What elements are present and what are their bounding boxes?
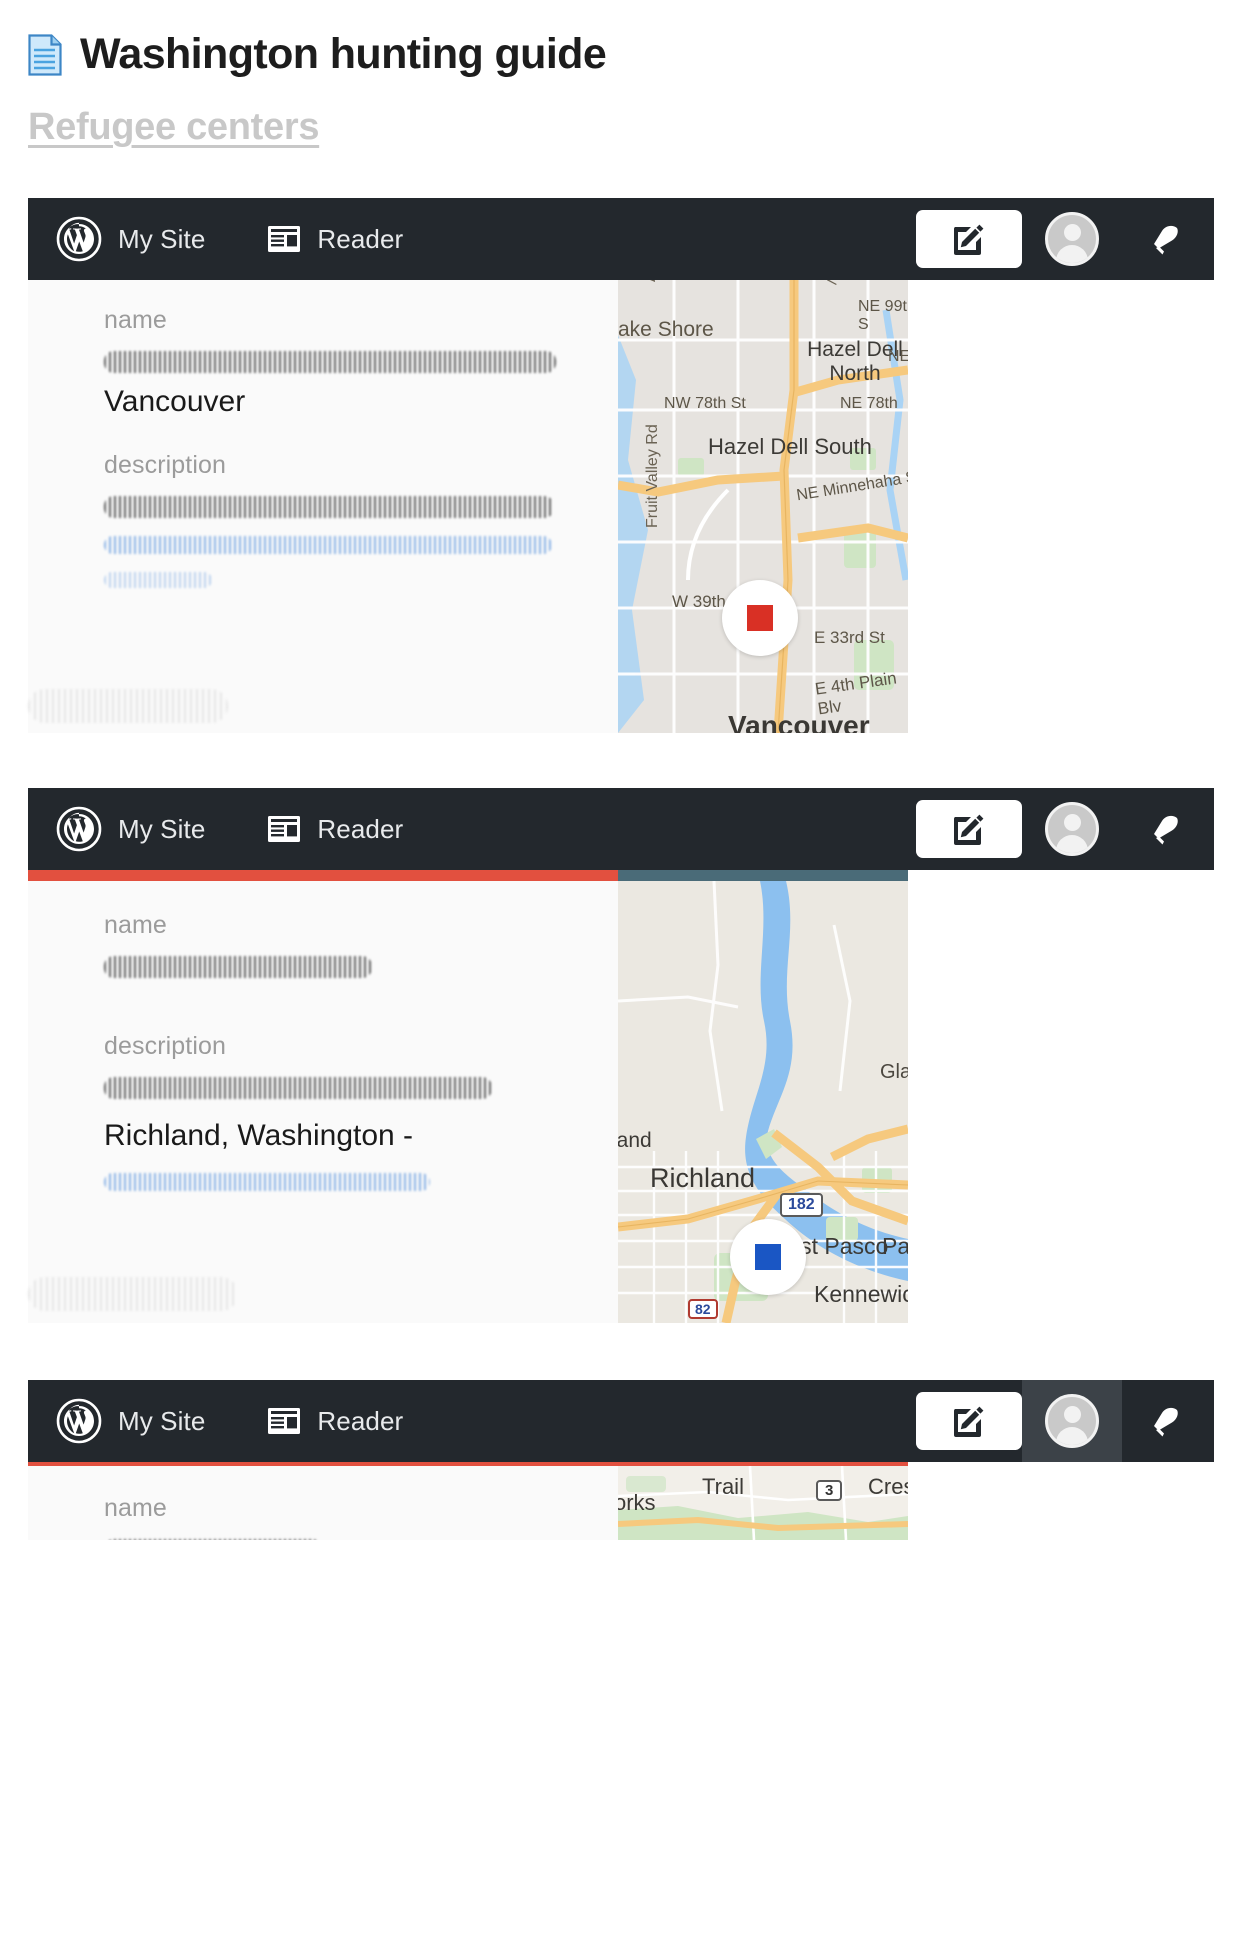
field-description-label: description: [104, 451, 226, 479]
map-graphic: [618, 1466, 908, 1540]
user-avatar-icon: [1045, 212, 1099, 266]
account-avatar-button[interactable]: [1022, 788, 1122, 870]
redacted-text: [104, 349, 618, 379]
accent-bar: [28, 870, 1214, 881]
card-body: name Vancouver description ake Shore NE …: [28, 280, 1214, 733]
redacted-link-text: [104, 536, 618, 560]
accent-bar-left: [28, 870, 618, 881]
map-graphic: [618, 280, 908, 733]
redacted-text: [104, 494, 618, 524]
field-description-value: Richland, Washington -: [104, 1119, 414, 1152]
third-map[interactable]: Trail Crest orks 3: [618, 1466, 908, 1540]
notifications-button[interactable]: [1122, 788, 1214, 870]
write-post-button[interactable]: [916, 210, 1022, 268]
wordpress-toolbar: My Site Reader: [28, 788, 1214, 870]
account-avatar-button[interactable]: [1022, 198, 1122, 280]
field-name-value: Vancouver: [104, 385, 246, 418]
wordpress-toolbar: My Site Reader: [28, 1380, 1214, 1462]
field-description: description: [104, 419, 618, 594]
page-header: Washington hunting guide Refugee centers: [0, 0, 1242, 149]
toolbar-reader[interactable]: Reader: [267, 814, 403, 845]
field-name-label: name: [104, 306, 167, 334]
wordpress-logo-icon: [56, 1398, 102, 1444]
screenshot-card-third: My Site Reader name Trail Cre orks 3: [28, 1380, 1214, 1540]
pin-marker-icon: [747, 605, 773, 631]
toolbar-reader[interactable]: Reader: [267, 224, 403, 255]
write-pencil-icon: [953, 224, 984, 255]
accent-bar-right: [618, 870, 908, 881]
user-avatar-icon: [1045, 802, 1099, 856]
page-title-text: Washington hunting guide: [80, 30, 607, 78]
write-post-button[interactable]: [916, 800, 1022, 858]
redacted-text: [104, 954, 618, 984]
toolbar-reader[interactable]: Reader: [267, 1406, 403, 1437]
field-name: name: [104, 1466, 618, 1540]
card-body: name Trail Cre orks 3: [28, 1466, 1214, 1540]
toolbar-my-site[interactable]: My Site: [56, 216, 205, 262]
reader-icon: [268, 226, 301, 252]
field-name-label: name: [104, 1494, 167, 1522]
toolbar-reader-label: Reader: [317, 1405, 404, 1436]
page-subtitle: Refugee centers: [28, 106, 320, 148]
page-title: Washington hunting guide: [28, 30, 1214, 79]
toolbar-my-site-label: My Site: [118, 1405, 206, 1436]
toolbar-my-site-label: My Site: [118, 223, 206, 254]
user-avatar-icon: [1045, 1394, 1099, 1448]
vancouver-map[interactable]: Ave ake Shore NE Hazel Dell NE Hwy NE 99…: [618, 280, 908, 733]
field-name: name Vancouver: [104, 280, 618, 419]
reader-icon: [268, 816, 301, 842]
entry-form-vancouver: name Vancouver description: [28, 280, 618, 733]
richland-map[interactable]: Glad land Richland 182 West Pasco 240 Pa…: [618, 881, 908, 1323]
wordpress-toolbar: My Site Reader: [28, 198, 1214, 280]
map-location-pin[interactable]: [722, 580, 798, 656]
entry-form-richland: name description Richland, Washington -: [28, 881, 618, 1323]
toolbar-my-site[interactable]: My Site: [56, 806, 205, 852]
field-name-label: name: [104, 911, 167, 939]
document-icon: [28, 33, 62, 76]
write-pencil-icon: [953, 1406, 984, 1437]
toolbar-my-site-label: My Site: [118, 813, 206, 844]
screenshot-card-vancouver: My Site Reader name Vancouver descriptio…: [28, 198, 1214, 733]
toolbar-reader-label: Reader: [317, 813, 404, 844]
reader-icon: [268, 1408, 301, 1434]
field-description-label: description: [104, 1032, 226, 1060]
notifications-bell-icon: [1154, 815, 1178, 845]
notifications-button[interactable]: [1122, 1380, 1214, 1462]
wordpress-logo-icon: [56, 806, 102, 852]
redacted-text: [104, 1075, 618, 1105]
account-avatar-button[interactable]: [1022, 1380, 1122, 1462]
notifications-button[interactable]: [1122, 198, 1214, 280]
field-name: name: [104, 881, 618, 984]
write-pencil-icon: [953, 814, 984, 845]
redacted-link-text: [104, 1173, 618, 1199]
entry-form-third: name: [28, 1466, 618, 1540]
screenshot-card-richland: My Site Reader name description Richland…: [28, 788, 1214, 1323]
wordpress-logo-icon: [56, 216, 102, 262]
map-location-pin[interactable]: [730, 1219, 806, 1295]
redacted-text: [104, 1537, 618, 1540]
write-post-button[interactable]: [916, 1392, 1022, 1450]
notifications-bell-icon: [1154, 225, 1178, 255]
field-description: description Richland, Washington -: [104, 988, 618, 1199]
notifications-bell-icon: [1154, 1407, 1178, 1437]
redacted-link-text: [104, 572, 618, 594]
pin-marker-icon: [755, 1244, 781, 1270]
card-body: name description Richland, Washington -: [28, 881, 1214, 1323]
toolbar-my-site[interactable]: My Site: [56, 1398, 205, 1444]
toolbar-reader-label: Reader: [317, 223, 404, 254]
